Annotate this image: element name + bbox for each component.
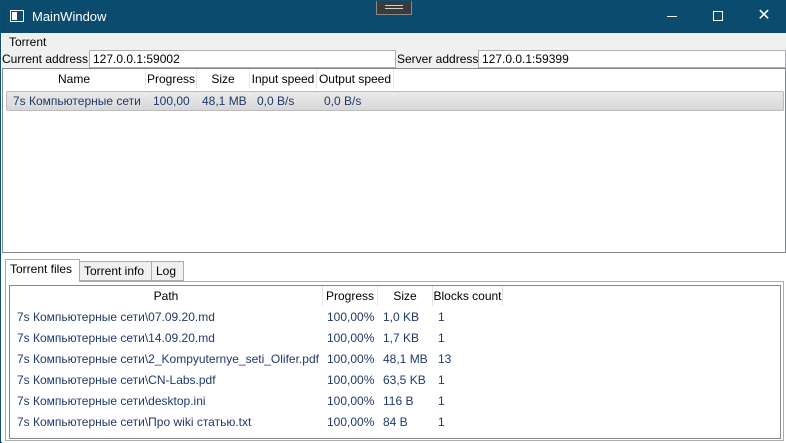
file-row[interactable]: 7s Компьютерные сети\Про wiki статью.txt…: [10, 412, 780, 433]
minimize-button[interactable]: [649, 1, 695, 33]
menu-item-torrent[interactable]: Torrent: [9, 35, 46, 49]
file-blocks: 1: [438, 394, 445, 408]
file-path: 7s Компьютерные сети\2_Kompyuternye_seti…: [17, 352, 319, 366]
file-path: 7s Компьютерные сети\14.09.20.md: [17, 331, 215, 345]
column-header-path[interactable]: Path: [10, 286, 323, 306]
file-row[interactable]: 7s Компьютерные сети\CN-Labs.pdf 100,00%…: [10, 370, 780, 391]
server-address-input[interactable]: [478, 50, 786, 68]
menu-bar: Torrent: [2, 33, 786, 50]
file-size: 1,0 KB: [383, 310, 420, 324]
current-address-label: Current address:: [2, 52, 92, 66]
file-row[interactable]: 7s Компьютерные сети\2_Kompyuternye_seti…: [10, 349, 780, 370]
window-grip-handle[interactable]: [376, 1, 412, 15]
file-size: 1,7 KB: [383, 331, 420, 345]
file-size: 48,1 MB: [383, 352, 428, 366]
file-row[interactable]: 7s Компьютерные сети\07.09.20.md 100,00%…: [10, 307, 780, 328]
file-progress: 100,00%: [327, 415, 375, 429]
column-header-progress[interactable]: Progress: [146, 69, 197, 89]
server-address-label: Server address:: [397, 52, 482, 66]
minimize-icon: [667, 16, 677, 17]
torrent-size: 48,1 MB: [202, 94, 247, 108]
torrent-output-speed: 0,0 B/s: [324, 94, 362, 108]
torrent-list[interactable]: Name Progress Size Input speed Output sp…: [2, 68, 786, 253]
file-row[interactable]: 7s Компьютерные сети\14.09.20.md 100,00%…: [10, 328, 780, 349]
file-blocks: 1: [438, 373, 445, 387]
file-path: 7s Компьютерные сети\Про wiki статью.txt: [17, 415, 252, 429]
main-window: MainWindow ✕ Torrent Current address: Se…: [0, 0, 786, 443]
torrent-row[interactable]: 7s Компьютерные сети 100,00 48,1 MB 0,0 …: [6, 91, 784, 111]
torrent-progress: 100,00: [153, 94, 190, 108]
file-progress: 100,00%: [327, 352, 375, 366]
files-list[interactable]: Path Progress Size Blocks count 7s Компь…: [9, 285, 781, 439]
app-window-icon: [10, 10, 24, 22]
file-size: 84 B: [383, 415, 408, 429]
file-blocks: 1: [438, 310, 445, 324]
file-size: 63,5 KB: [383, 373, 426, 387]
maximize-button[interactable]: [695, 1, 741, 33]
window-title: MainWindow: [32, 9, 107, 24]
file-path: 7s Компьютерные сети\CN-Labs.pdf: [17, 373, 216, 387]
tab-torrent-info[interactable]: Torrent info: [79, 261, 152, 281]
current-address-input[interactable]: [89, 50, 396, 68]
torrent-input-speed: 0,0 B/s: [257, 94, 295, 108]
column-header-blocks-count[interactable]: Blocks count: [433, 286, 503, 306]
address-row: Current address: Server address:: [2, 50, 786, 68]
file-blocks: 1: [438, 415, 445, 429]
torrent-list-header: Name Progress Size Input speed Output sp…: [3, 69, 785, 89]
column-header-file-size[interactable]: Size: [378, 286, 433, 306]
file-progress: 100,00%: [327, 394, 375, 408]
close-icon: ✕: [757, 7, 771, 24]
column-header-output-speed[interactable]: Output speed: [317, 69, 394, 89]
column-header-input-speed[interactable]: Input speed: [250, 69, 317, 89]
torrent-name: 7s Компьютерные сети: [13, 94, 141, 108]
column-header-size[interactable]: Size: [197, 69, 250, 89]
file-progress: 100,00%: [327, 373, 375, 387]
tab-log[interactable]: Log: [151, 261, 184, 281]
column-header-file-progress[interactable]: Progress: [323, 286, 378, 306]
torrent-files-panel: Path Progress Size Blocks count 7s Компь…: [5, 281, 784, 441]
file-size: 116 B: [383, 394, 414, 408]
details-tab-control: Torrent files Torrent info Log Path Prog…: [2, 253, 786, 443]
tab-torrent-files[interactable]: Torrent files: [5, 259, 80, 282]
file-blocks: 13: [438, 352, 452, 366]
column-header-name[interactable]: Name: [3, 69, 146, 89]
maximize-icon: [713, 11, 723, 21]
file-progress: 100,00%: [327, 310, 375, 324]
title-bar[interactable]: MainWindow ✕: [1, 1, 786, 33]
file-progress: 100,00%: [327, 331, 375, 345]
file-blocks: 1: [438, 331, 445, 345]
file-row[interactable]: 7s Компьютерные сети\desktop.ini 100,00%…: [10, 391, 780, 412]
file-path: 7s Компьютерные сети\07.09.20.md: [17, 310, 215, 324]
close-button[interactable]: ✕: [741, 1, 786, 33]
file-path: 7s Компьютерные сети\desktop.ini: [17, 394, 206, 408]
